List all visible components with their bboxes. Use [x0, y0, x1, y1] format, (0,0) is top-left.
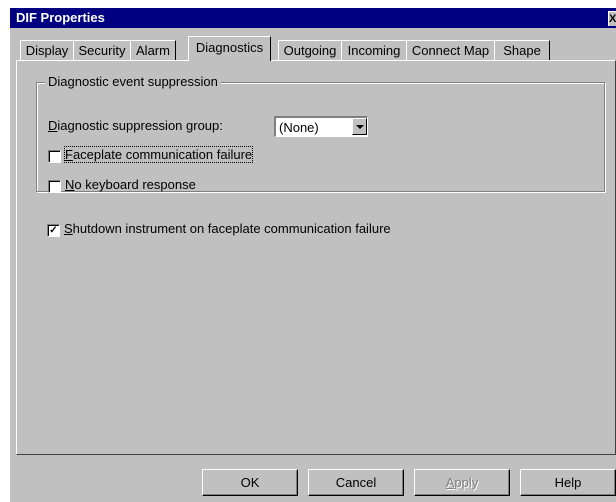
close-button[interactable]: X — [608, 11, 616, 26]
suppression-group-select[interactable]: (None) — [274, 116, 368, 137]
dif-properties-dialog: DIF Properties X Display Security Alarm … — [10, 8, 616, 502]
tab-connect-map[interactable]: Connect Map — [406, 40, 495, 60]
window-title: DIF Properties — [16, 10, 105, 25]
diagnostics-panel: Diagnostic event suppression Diagnostic … — [16, 60, 616, 455]
shutdown-checkbox[interactable]: ✓ — [47, 224, 60, 237]
help-button[interactable]: Help — [520, 469, 616, 496]
tab-incoming[interactable]: Incoming — [341, 40, 407, 60]
diagnostic-suppression-group: Diagnostic event suppression Diagnostic … — [36, 74, 605, 193]
tab-shape[interactable]: Shape — [494, 40, 550, 60]
cancel-button[interactable]: Cancel — [308, 469, 404, 496]
faceplate-failure-checkbox[interactable] — [48, 150, 61, 163]
tab-strip: Display Security Alarm Diagnostics Outgo… — [16, 36, 616, 61]
tab-outgoing[interactable]: Outgoing — [278, 40, 342, 60]
tab-security[interactable]: Security — [73, 40, 131, 60]
group-legend: Diagnostic event suppression — [45, 74, 221, 89]
no-keyboard-checkbox[interactable] — [48, 180, 61, 193]
no-keyboard-label[interactable]: No keyboard response — [65, 177, 196, 192]
title-bar: DIF Properties X — [10, 8, 616, 28]
suppression-group-value: (None) — [279, 120, 319, 135]
apply-button[interactable]: Apply — [414, 469, 510, 496]
tab-alarm[interactable]: Alarm — [130, 40, 176, 60]
chevron-down-icon[interactable] — [352, 118, 367, 135]
shutdown-label[interactable]: Shutdown instrument on faceplate communi… — [64, 221, 391, 236]
tab-diagnostics[interactable]: Diagnostics — [188, 36, 271, 61]
suppression-group-label: Diagnostic suppression group: — [48, 118, 223, 133]
ok-button[interactable]: OK — [202, 469, 298, 496]
faceplate-failure-label[interactable]: Faceplate communication failure — [63, 146, 254, 163]
tab-display[interactable]: Display — [20, 40, 74, 60]
